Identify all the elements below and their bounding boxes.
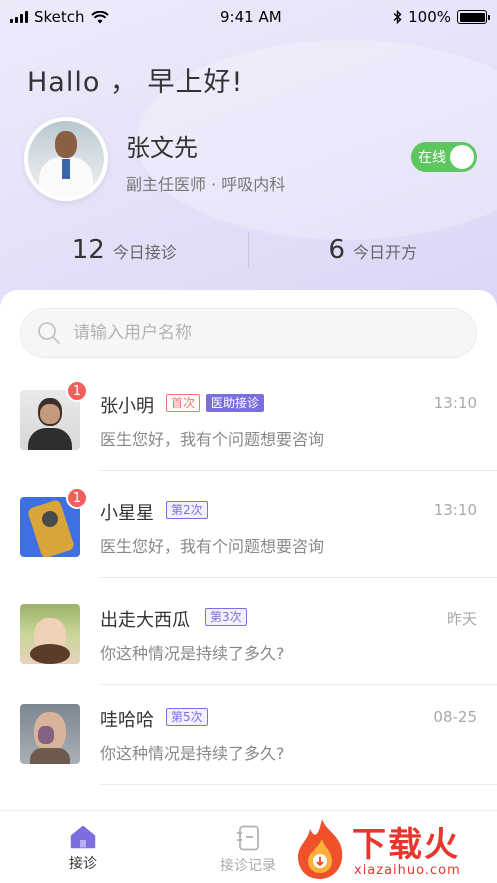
row-divider xyxy=(100,577,497,578)
patient-avatar xyxy=(20,704,80,764)
carrier-label: Sketch xyxy=(34,8,85,26)
unread-badge: 1 xyxy=(66,487,88,509)
battery-icon xyxy=(457,10,490,24)
tab-label: 接诊 xyxy=(69,856,97,872)
home-icon xyxy=(70,825,96,849)
daily-stats: 12 今日接诊 6 今日开方 xyxy=(0,230,497,270)
record-icon xyxy=(237,825,259,851)
row-divider xyxy=(100,470,497,471)
greeting-text: Hallo ， 早上好! xyxy=(27,67,244,98)
message-time: 13:10 xyxy=(433,394,477,412)
tag-visit-count: 第5次 xyxy=(166,708,208,726)
row-divider xyxy=(100,684,497,685)
message-preview: 你这种情况是持续了多久? xyxy=(100,644,285,663)
toggle-knob xyxy=(450,145,474,169)
doctor-avatar[interactable] xyxy=(24,117,108,201)
tab-consultation[interactable]: 接诊 xyxy=(43,825,123,873)
patient-name: 小星星 xyxy=(100,503,154,524)
watermark-url: xiazaihuo.com xyxy=(354,863,461,878)
bluetooth-icon xyxy=(393,10,402,24)
conversation-row[interactable]: 1 张小明 首次 医助接诊 13:10 医生您好，我有个问题想要咨询 xyxy=(0,380,497,493)
stat-today-prescriptions: 6 今日开方 xyxy=(249,235,497,265)
tag-visit-count: 第3次 xyxy=(205,608,247,626)
conversation-row[interactable]: 1 小星星 第2次 13:10 医生您好，我有个问题想要咨询 xyxy=(0,487,497,600)
patient-name: 张小明 xyxy=(100,396,154,417)
patient-name: 哇哈哈 xyxy=(100,710,154,731)
online-status-label: 在线 xyxy=(418,150,446,166)
search-icon xyxy=(38,322,60,344)
doctor-title: 副主任医师 · 呼吸内科 xyxy=(126,175,286,194)
conversation-row[interactable]: 出走大西瓜 第3次 昨天 你这种情况是持续了多久? xyxy=(0,600,497,707)
online-status-toggle[interactable]: 在线 xyxy=(411,142,477,172)
search-bar[interactable] xyxy=(20,308,477,358)
doctor-name: 张文先 xyxy=(126,134,198,162)
tab-label: 接诊记录 xyxy=(220,858,276,874)
tab-consultation-records[interactable]: 接诊记录 xyxy=(208,825,288,875)
tag-group: 第3次 xyxy=(205,608,247,626)
patient-name: 出走大西瓜 xyxy=(100,610,190,631)
stat-value: 6 xyxy=(328,235,346,265)
clock: 9:41 AM xyxy=(220,8,282,26)
message-time: 13:10 xyxy=(433,501,477,519)
battery-percent: 100% xyxy=(408,8,451,26)
tag-first-visit: 首次 xyxy=(166,394,201,412)
status-bar: Sketch 9:41 AM 100% xyxy=(0,0,497,34)
message-time: 昨天 xyxy=(446,610,477,628)
conversation-row[interactable]: 哇哈哈 第5次 08-25 你这种情况是持续了多久? xyxy=(0,700,497,807)
tag-visit-count: 第2次 xyxy=(166,501,208,519)
tag-group: 第2次 xyxy=(166,501,208,519)
search-input[interactable] xyxy=(73,323,453,343)
message-preview: 你这种情况是持续了多久? xyxy=(100,744,285,763)
watermark-text: 下载火 xyxy=(352,825,460,865)
stat-label: 今日开方 xyxy=(353,243,418,262)
wifi-icon xyxy=(90,10,109,23)
row-divider xyxy=(100,784,497,785)
conversation-panel: 1 张小明 首次 医助接诊 13:10 医生您好，我有个问题想要咨询 1 小星星… xyxy=(0,290,497,810)
flame-icon xyxy=(298,819,343,879)
message-preview: 医生您好，我有个问题想要咨询 xyxy=(100,537,325,556)
stat-label: 今日接诊 xyxy=(112,243,177,262)
message-preview: 医生您好，我有个问题想要咨询 xyxy=(100,430,325,449)
message-time: 08-25 xyxy=(433,708,477,726)
tag-group: 首次 医助接诊 xyxy=(166,394,265,412)
tag-group: 第5次 xyxy=(166,708,208,726)
unread-badge: 1 xyxy=(66,380,88,402)
stat-divider xyxy=(248,232,249,268)
signal-icon xyxy=(10,11,28,23)
stat-value: 12 xyxy=(71,235,105,265)
tag-assistant-reception: 医助接诊 xyxy=(206,394,265,412)
patient-avatar xyxy=(20,604,80,664)
stat-today-consultations: 12 今日接诊 xyxy=(0,235,249,265)
watermark-logo: 下载火 xiazaihuo.com xyxy=(290,815,497,883)
